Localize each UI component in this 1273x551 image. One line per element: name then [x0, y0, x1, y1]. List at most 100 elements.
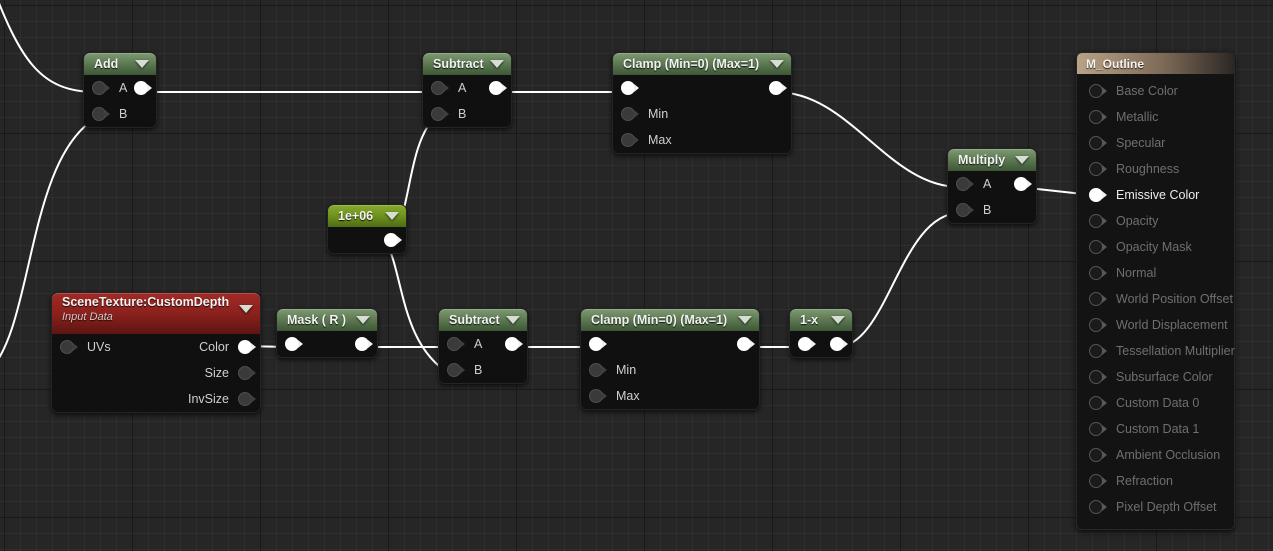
- material-pin-row[interactable]: Metallic: [1077, 104, 1234, 130]
- input-pin-clamp_top-0[interactable]: [621, 81, 635, 95]
- material-pin-row[interactable]: Subsurface Color: [1077, 364, 1234, 390]
- node-multiply[interactable]: Multiply A B: [947, 148, 1037, 224]
- material-pin-row[interactable]: Opacity: [1077, 208, 1234, 234]
- chevron-down-icon[interactable]: [385, 212, 399, 220]
- material-input-pin-4[interactable]: [1089, 188, 1103, 202]
- material-pin-row[interactable]: Tessellation Multiplier: [1077, 338, 1235, 364]
- material-input-pin-12[interactable]: [1089, 396, 1103, 410]
- output-pin-clamp_bottom-0[interactable]: [737, 337, 751, 351]
- input-pin-multiply-0[interactable]: [956, 177, 970, 191]
- node-title-mask: Mask ( R ): [287, 312, 347, 327]
- material-output-node[interactable]: M_Outline Base Color Metallic Specular Roug…: [1076, 52, 1235, 530]
- chevron-down-icon[interactable]: [490, 60, 504, 68]
- material-input-pin-16[interactable]: [1089, 500, 1103, 514]
- material-output-header[interactable]: M_Outline: [1077, 53, 1234, 74]
- material-input-pin-3[interactable]: [1089, 162, 1103, 176]
- material-pin-row[interactable]: World Displacement: [1077, 312, 1234, 338]
- material-input-pin-13[interactable]: [1089, 422, 1103, 436]
- wire-clamp-top-to-multiply-a: [775, 91, 961, 188]
- material-input-pin-14[interactable]: [1089, 448, 1103, 462]
- material-pin-row[interactable]: Normal: [1077, 260, 1234, 286]
- chevron-down-icon[interactable]: [239, 305, 253, 313]
- input-pin-clamp_top-2[interactable]: [621, 133, 635, 147]
- input-pin-clamp_bottom-2[interactable]: [589, 389, 603, 403]
- node-header-subtract_bottom[interactable]: Subtract: [439, 309, 527, 331]
- material-input-pin-10[interactable]: [1089, 344, 1103, 358]
- node-constant[interactable]: 1e+06: [327, 204, 407, 254]
- chevron-down-icon[interactable]: [738, 316, 752, 324]
- output-pin-multiply-0[interactable]: [1014, 177, 1028, 191]
- node-header-add[interactable]: Add: [84, 53, 156, 75]
- input-pin-subtract_top-1[interactable]: [431, 107, 445, 121]
- output-pin-scene_texture-2[interactable]: [238, 392, 252, 406]
- material-input-pin-0[interactable]: [1089, 84, 1103, 98]
- output-pin-mask-0[interactable]: [355, 337, 369, 351]
- node-header-subtract_top[interactable]: Subtract: [423, 53, 511, 75]
- material-input-pin-11[interactable]: [1089, 370, 1103, 384]
- chevron-down-icon[interactable]: [506, 316, 520, 324]
- output-pin-one_minus_x-0[interactable]: [830, 337, 844, 351]
- output-pin-scene_texture-0[interactable]: [238, 340, 252, 354]
- input-pin-clamp_bottom-1[interactable]: [589, 363, 603, 377]
- output-pin-constant-0[interactable]: [384, 233, 398, 247]
- material-pin-row[interactable]: Opacity Mask: [1077, 234, 1234, 260]
- material-input-pin-5[interactable]: [1089, 214, 1103, 228]
- material-pin-row[interactable]: Emissive Color: [1077, 182, 1234, 208]
- input-pin-scene_texture-0[interactable]: [60, 340, 74, 354]
- material-input-pin-8[interactable]: [1089, 292, 1103, 306]
- node-header-clamp_top[interactable]: Clamp (Min=0) (Max=1): [613, 53, 791, 75]
- node-one_minus_x[interactable]: 1-x: [789, 308, 853, 358]
- output-pin-add-0[interactable]: [134, 81, 148, 95]
- node-subtract_top[interactable]: Subtract A B: [422, 52, 512, 128]
- material-input-pin-9[interactable]: [1089, 318, 1103, 332]
- material-input-pin-1[interactable]: [1089, 110, 1103, 124]
- chevron-down-icon[interactable]: [831, 316, 845, 324]
- node-header-clamp_bottom[interactable]: Clamp (Min=0) (Max=1): [581, 309, 759, 331]
- output-pin-subtract_bottom-0[interactable]: [505, 337, 519, 351]
- node-mask[interactable]: Mask ( R ): [276, 308, 378, 358]
- input-pin-clamp_bottom-0[interactable]: [589, 337, 603, 351]
- output-pin-clamp_top-0[interactable]: [769, 81, 783, 95]
- output-pin-subtract_top-0[interactable]: [489, 81, 503, 95]
- chevron-down-icon[interactable]: [356, 316, 370, 324]
- output-pin-scene_texture-1[interactable]: [238, 366, 252, 380]
- input-pin-subtract_top-0[interactable]: [431, 81, 445, 95]
- material-pin-row[interactable]: Pixel Depth Offset: [1077, 494, 1234, 520]
- material-pin-row[interactable]: Ambient Occlusion: [1077, 442, 1234, 468]
- input-pin-subtract_bottom-1[interactable]: [447, 363, 461, 377]
- node-header-mask[interactable]: Mask ( R ): [277, 309, 377, 331]
- node-subtract_bottom[interactable]: Subtract A B: [438, 308, 528, 384]
- material-graph-canvas[interactable]: Add A B Subtract A B Clamp (Min=0) (Max=1) Min M…: [0, 0, 1273, 551]
- node-scene_texture[interactable]: SceneTexture:CustomDepth Input Data UVs Col…: [51, 292, 261, 413]
- input-pin-clamp_top-1[interactable]: [621, 107, 635, 121]
- node-header-one_minus_x[interactable]: 1-x: [790, 309, 852, 331]
- input-pin-multiply-1[interactable]: [956, 203, 970, 217]
- input-pin-add-0[interactable]: [92, 81, 106, 95]
- input-pin-add-1[interactable]: [92, 107, 106, 121]
- input-pin-subtract_bottom-0[interactable]: [447, 337, 461, 351]
- node-clamp_bottom[interactable]: Clamp (Min=0) (Max=1) Min Max: [580, 308, 760, 410]
- chevron-down-icon[interactable]: [770, 60, 784, 68]
- node-header-scene_texture[interactable]: SceneTexture:CustomDepth Input Data: [52, 293, 260, 334]
- material-input-pin-15[interactable]: [1089, 474, 1103, 488]
- material-pin-row[interactable]: World Position Offset: [1077, 286, 1234, 312]
- node-header-constant[interactable]: 1e+06: [328, 205, 406, 227]
- node-header-multiply[interactable]: Multiply: [948, 149, 1036, 171]
- material-input-pin-6[interactable]: [1089, 240, 1103, 254]
- input-pin-label: UVs: [87, 340, 111, 354]
- material-input-pin-7[interactable]: [1089, 266, 1103, 280]
- material-pin-row[interactable]: Custom Data 1: [1077, 416, 1234, 442]
- material-pin-row[interactable]: Base Color: [1077, 78, 1234, 104]
- material-pin-row[interactable]: Specular: [1077, 130, 1234, 156]
- material-pin-row[interactable]: Roughness: [1077, 156, 1234, 182]
- input-pin-one_minus_x-0[interactable]: [798, 337, 812, 351]
- node-add[interactable]: Add A B: [83, 52, 157, 128]
- node-title-constant: 1e+06: [338, 208, 374, 223]
- node-clamp_top[interactable]: Clamp (Min=0) (Max=1) Min Max: [612, 52, 792, 154]
- chevron-down-icon[interactable]: [1015, 156, 1029, 164]
- material-input-pin-2[interactable]: [1089, 136, 1103, 150]
- material-pin-row[interactable]: Refraction: [1077, 468, 1234, 494]
- material-pin-row[interactable]: Custom Data 0: [1077, 390, 1234, 416]
- input-pin-mask-0[interactable]: [285, 337, 299, 351]
- chevron-down-icon[interactable]: [135, 60, 149, 68]
